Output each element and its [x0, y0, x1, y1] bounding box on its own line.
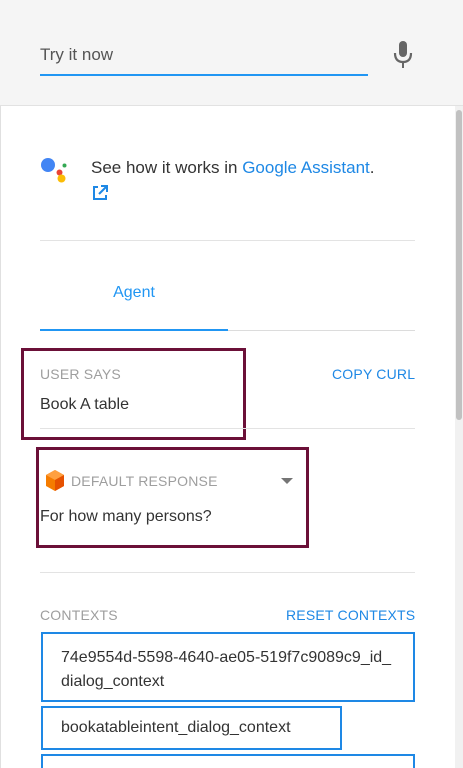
google-assistant-promo: See how it works in Google Assistant.	[91, 156, 421, 180]
try-it-input[interactable]	[40, 40, 368, 76]
scrollbar-thumb[interactable]	[456, 110, 462, 420]
active-tab-indicator	[40, 329, 228, 331]
promo-text: See how it works in	[91, 158, 243, 177]
default-response-label: DEFAULT RESPONSE	[71, 473, 218, 489]
user-says-highlight	[21, 348, 246, 440]
tab-agent[interactable]: Agent	[40, 284, 228, 302]
context-chip[interactable]: bookatableintent_dialog_context	[41, 706, 342, 750]
section-divider	[40, 572, 415, 573]
try-it-bar	[0, 0, 463, 106]
default-response-value: For how many persons?	[40, 508, 212, 525]
copy-curl-button[interactable]: COPY CURL	[332, 366, 415, 382]
user-says-label: USER SAYS	[40, 366, 121, 382]
microphone-icon[interactable]	[390, 40, 416, 70]
section-divider	[40, 240, 415, 241]
context-name: 74e9554d-5598-4640-ae05-519f7c9089c9_id_…	[61, 649, 392, 690]
context-name: bookatableintent_dialog_context	[61, 719, 291, 736]
response-highlight	[36, 447, 309, 548]
reset-contexts-button[interactable]: RESET CONTEXTS	[286, 607, 415, 623]
external-link-icon[interactable]	[91, 184, 109, 202]
context-chip[interactable]: 74e9554d-5598-4640-ae05-519f7c9089c9_id_…	[41, 632, 415, 702]
google-assistant-icon	[41, 158, 67, 183]
promo-suffix: .	[369, 158, 375, 177]
user-says-value: Book A table	[40, 396, 129, 413]
response-icon	[46, 470, 64, 491]
section-divider	[40, 428, 415, 429]
context-chip-partial[interactable]	[41, 754, 415, 768]
google-assistant-link[interactable]: Google Assistant	[242, 158, 370, 177]
contexts-label: CONTEXTS	[40, 607, 118, 623]
caret-down-icon[interactable]	[280, 477, 294, 485]
